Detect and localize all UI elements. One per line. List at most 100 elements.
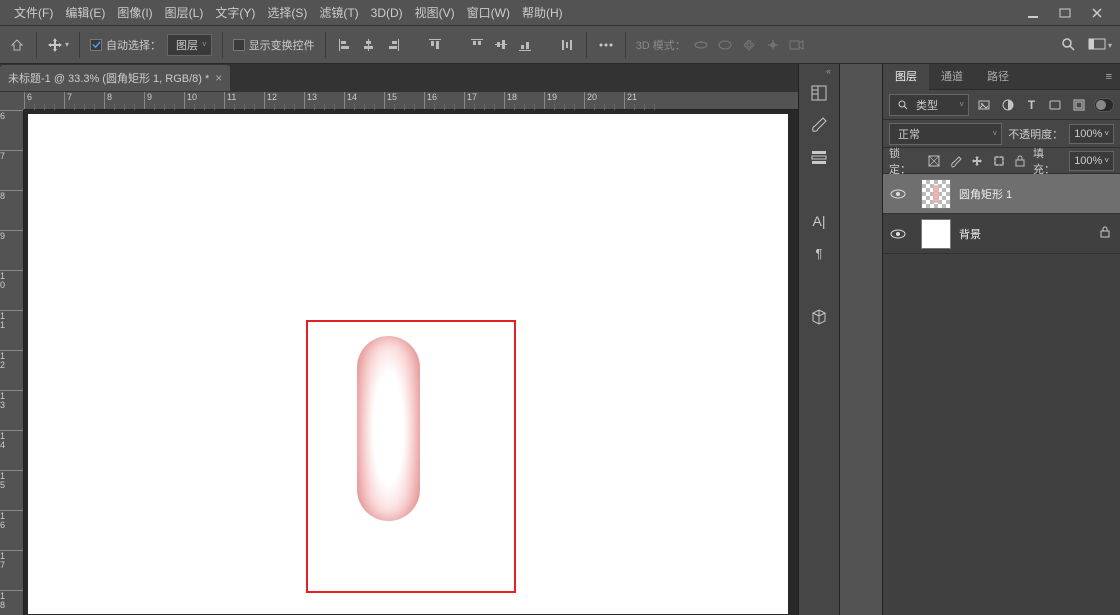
3d-slide-icon[interactable] bbox=[764, 33, 782, 57]
align-left-icon[interactable] bbox=[336, 33, 354, 57]
layer-name[interactable]: 圆角矩形 1 bbox=[959, 186, 1120, 202]
lock-paint-icon[interactable] bbox=[947, 153, 965, 169]
ruler-corner bbox=[0, 92, 24, 110]
menu-image[interactable]: 图像(I) bbox=[111, 0, 158, 26]
layer-thumbnail[interactable] bbox=[921, 179, 951, 209]
menu-help[interactable]: 帮助(H) bbox=[516, 0, 569, 26]
opacity-input[interactable]: 100% ˅ bbox=[1069, 124, 1114, 144]
menu-type[interactable]: 文字(Y) bbox=[209, 0, 261, 26]
distribute-top-icon[interactable] bbox=[468, 33, 486, 57]
menu-layer[interactable]: 图层(L) bbox=[159, 0, 210, 26]
filter-smart-icon[interactable] bbox=[1070, 96, 1088, 114]
more-options-icon[interactable] bbox=[597, 33, 615, 57]
layer-row[interactable]: 背景 bbox=[883, 214, 1120, 254]
filter-adjustment-icon[interactable] bbox=[999, 96, 1017, 114]
blend-mode-dropdown[interactable]: 正常 ˅ bbox=[889, 123, 1002, 145]
filter-pixel-icon[interactable] bbox=[975, 96, 993, 114]
opacity-label: 不透明度： bbox=[1008, 126, 1063, 142]
menu-filter[interactable]: 滤镜(T) bbox=[313, 0, 364, 26]
layer-row[interactable]: 圆角矩形 1 bbox=[883, 174, 1120, 214]
auto-select-label: 自动选择： bbox=[106, 37, 161, 53]
paragraph-panel-icon[interactable]: ¶ bbox=[808, 244, 830, 262]
3d-orbit-icon[interactable] bbox=[692, 33, 710, 57]
window-maximize-icon[interactable] bbox=[1050, 3, 1080, 23]
ruler-horizontal[interactable]: 6789101112131415161718192021 bbox=[24, 92, 840, 110]
align-right-icon[interactable] bbox=[384, 33, 402, 57]
search-small-icon bbox=[898, 100, 908, 110]
3d-pan-icon[interactable] bbox=[740, 33, 758, 57]
layer-thumbnail[interactable] bbox=[921, 219, 951, 249]
home-icon[interactable] bbox=[8, 33, 26, 57]
tab-paths[interactable]: 路径 bbox=[975, 64, 1021, 90]
close-tab-icon[interactable]: × bbox=[215, 71, 222, 85]
filter-type-icon[interactable]: T bbox=[1023, 96, 1041, 114]
right-panel: 图层 通道 路径 ≡ 类型 ˅ T 正常 ˅ 不透明度： 100% ˅ 锁定： bbox=[882, 64, 1120, 615]
workspace: 未标题-1 @ 33.3% (圆角矩形 1, RGB/8) * × 678910… bbox=[0, 64, 840, 615]
distribute-bottom-icon[interactable] bbox=[516, 33, 534, 57]
chevron-down-icon: ˅ bbox=[1104, 129, 1109, 138]
history-panel-icon[interactable] bbox=[808, 84, 830, 102]
swatches-panel-icon[interactable] bbox=[808, 148, 830, 166]
canvas-area[interactable]: 6789101112131415161718192021 67891011121… bbox=[0, 92, 840, 615]
tab-channels[interactable]: 通道 bbox=[929, 64, 975, 90]
visibility-toggle-icon[interactable] bbox=[883, 188, 913, 200]
3d-panel-icon[interactable] bbox=[808, 308, 830, 326]
auto-select-value: 图层 bbox=[176, 37, 198, 53]
options-bar: ▾ 自动选择： 图层 ˅ 显示变换控件 3D 模式： ▾ bbox=[0, 26, 1120, 64]
filter-toggle-switch[interactable] bbox=[1094, 98, 1114, 112]
ruler-vertical[interactable]: 6789101112131415161718 bbox=[0, 110, 24, 615]
document-tabs: 未标题-1 @ 33.3% (圆角矩形 1, RGB/8) * × bbox=[0, 64, 840, 92]
show-transform-label: 显示变换控件 bbox=[249, 37, 315, 53]
chevron-down-icon: ˅ bbox=[993, 129, 998, 138]
blend-mode-value: 正常 bbox=[898, 126, 920, 142]
filter-type-value: 类型 bbox=[916, 97, 938, 113]
show-transform-checkbox[interactable]: 显示变换控件 bbox=[233, 37, 315, 53]
lock-position-icon[interactable] bbox=[968, 153, 986, 169]
fill-label: 填充： bbox=[1033, 145, 1065, 177]
menu-edit[interactable]: 编辑(E) bbox=[59, 0, 111, 26]
menubar: 文件(F) 编辑(E) 图像(I) 图层(L) 文字(Y) 选择(S) 滤镜(T… bbox=[0, 0, 1120, 26]
chevron-down-icon: ˅ bbox=[1104, 156, 1109, 165]
fill-input[interactable]: 100% ˅ bbox=[1069, 151, 1114, 171]
lock-fill-row: 锁定： 填充： 100% ˅ bbox=[883, 148, 1120, 174]
character-panel-icon[interactable]: A| bbox=[808, 212, 830, 230]
layer-filter-row: 类型 ˅ T bbox=[883, 90, 1120, 120]
filter-type-dropdown[interactable]: 类型 ˅ bbox=[889, 94, 969, 116]
document-tab[interactable]: 未标题-1 @ 33.3% (圆角矩形 1, RGB/8) * × bbox=[0, 65, 230, 91]
collapsed-panels: A| ¶ bbox=[798, 64, 840, 615]
search-icon[interactable] bbox=[1060, 33, 1078, 57]
menu-window[interactable]: 窗口(W) bbox=[461, 0, 516, 26]
3d-rotate-icon[interactable] bbox=[716, 33, 734, 57]
3d-camera-icon[interactable] bbox=[788, 33, 806, 57]
layers-list: 圆角矩形 1 背景 bbox=[883, 174, 1120, 615]
canvas[interactable] bbox=[28, 114, 788, 614]
menu-view[interactable]: 视图(V) bbox=[409, 0, 461, 26]
tab-layers[interactable]: 图层 bbox=[883, 64, 929, 90]
opacity-value: 100% bbox=[1074, 128, 1102, 140]
lock-all-icon[interactable] bbox=[1011, 153, 1029, 169]
brush-panel-icon[interactable] bbox=[808, 116, 830, 134]
chevron-down-icon: ˅ bbox=[202, 40, 207, 49]
filter-shape-icon[interactable] bbox=[1046, 96, 1064, 114]
panel-menu-icon[interactable]: ≡ bbox=[1098, 71, 1120, 83]
window-minimize-icon[interactable] bbox=[1018, 3, 1048, 23]
document-tab-title: 未标题-1 @ 33.3% (圆角矩形 1, RGB/8) * bbox=[8, 70, 209, 86]
layer-name[interactable]: 背景 bbox=[959, 226, 1100, 242]
auto-select-dropdown[interactable]: 图层 ˅ bbox=[167, 34, 212, 56]
window-close-icon[interactable] bbox=[1082, 3, 1112, 23]
align-hcenter-icon[interactable] bbox=[360, 33, 378, 57]
distribute-horizontal-icon[interactable] bbox=[558, 33, 576, 57]
align-top-icon[interactable] bbox=[426, 33, 444, 57]
rounded-rectangle-shape[interactable] bbox=[357, 336, 420, 521]
visibility-toggle-icon[interactable] bbox=[883, 228, 913, 240]
menu-file[interactable]: 文件(F) bbox=[8, 0, 59, 26]
3d-mode-label: 3D 模式： bbox=[636, 37, 686, 53]
auto-select-checkbox[interactable]: 自动选择： bbox=[90, 37, 161, 53]
move-tool-icon[interactable]: ▾ bbox=[47, 33, 69, 57]
lock-transparency-icon[interactable] bbox=[925, 153, 943, 169]
menu-3d[interactable]: 3D(D) bbox=[365, 0, 409, 26]
screen-mode-icon[interactable]: ▾ bbox=[1088, 33, 1112, 57]
lock-artboard-icon[interactable] bbox=[990, 153, 1008, 169]
distribute-vcenter-icon[interactable] bbox=[492, 33, 510, 57]
menu-select[interactable]: 选择(S) bbox=[261, 0, 313, 26]
